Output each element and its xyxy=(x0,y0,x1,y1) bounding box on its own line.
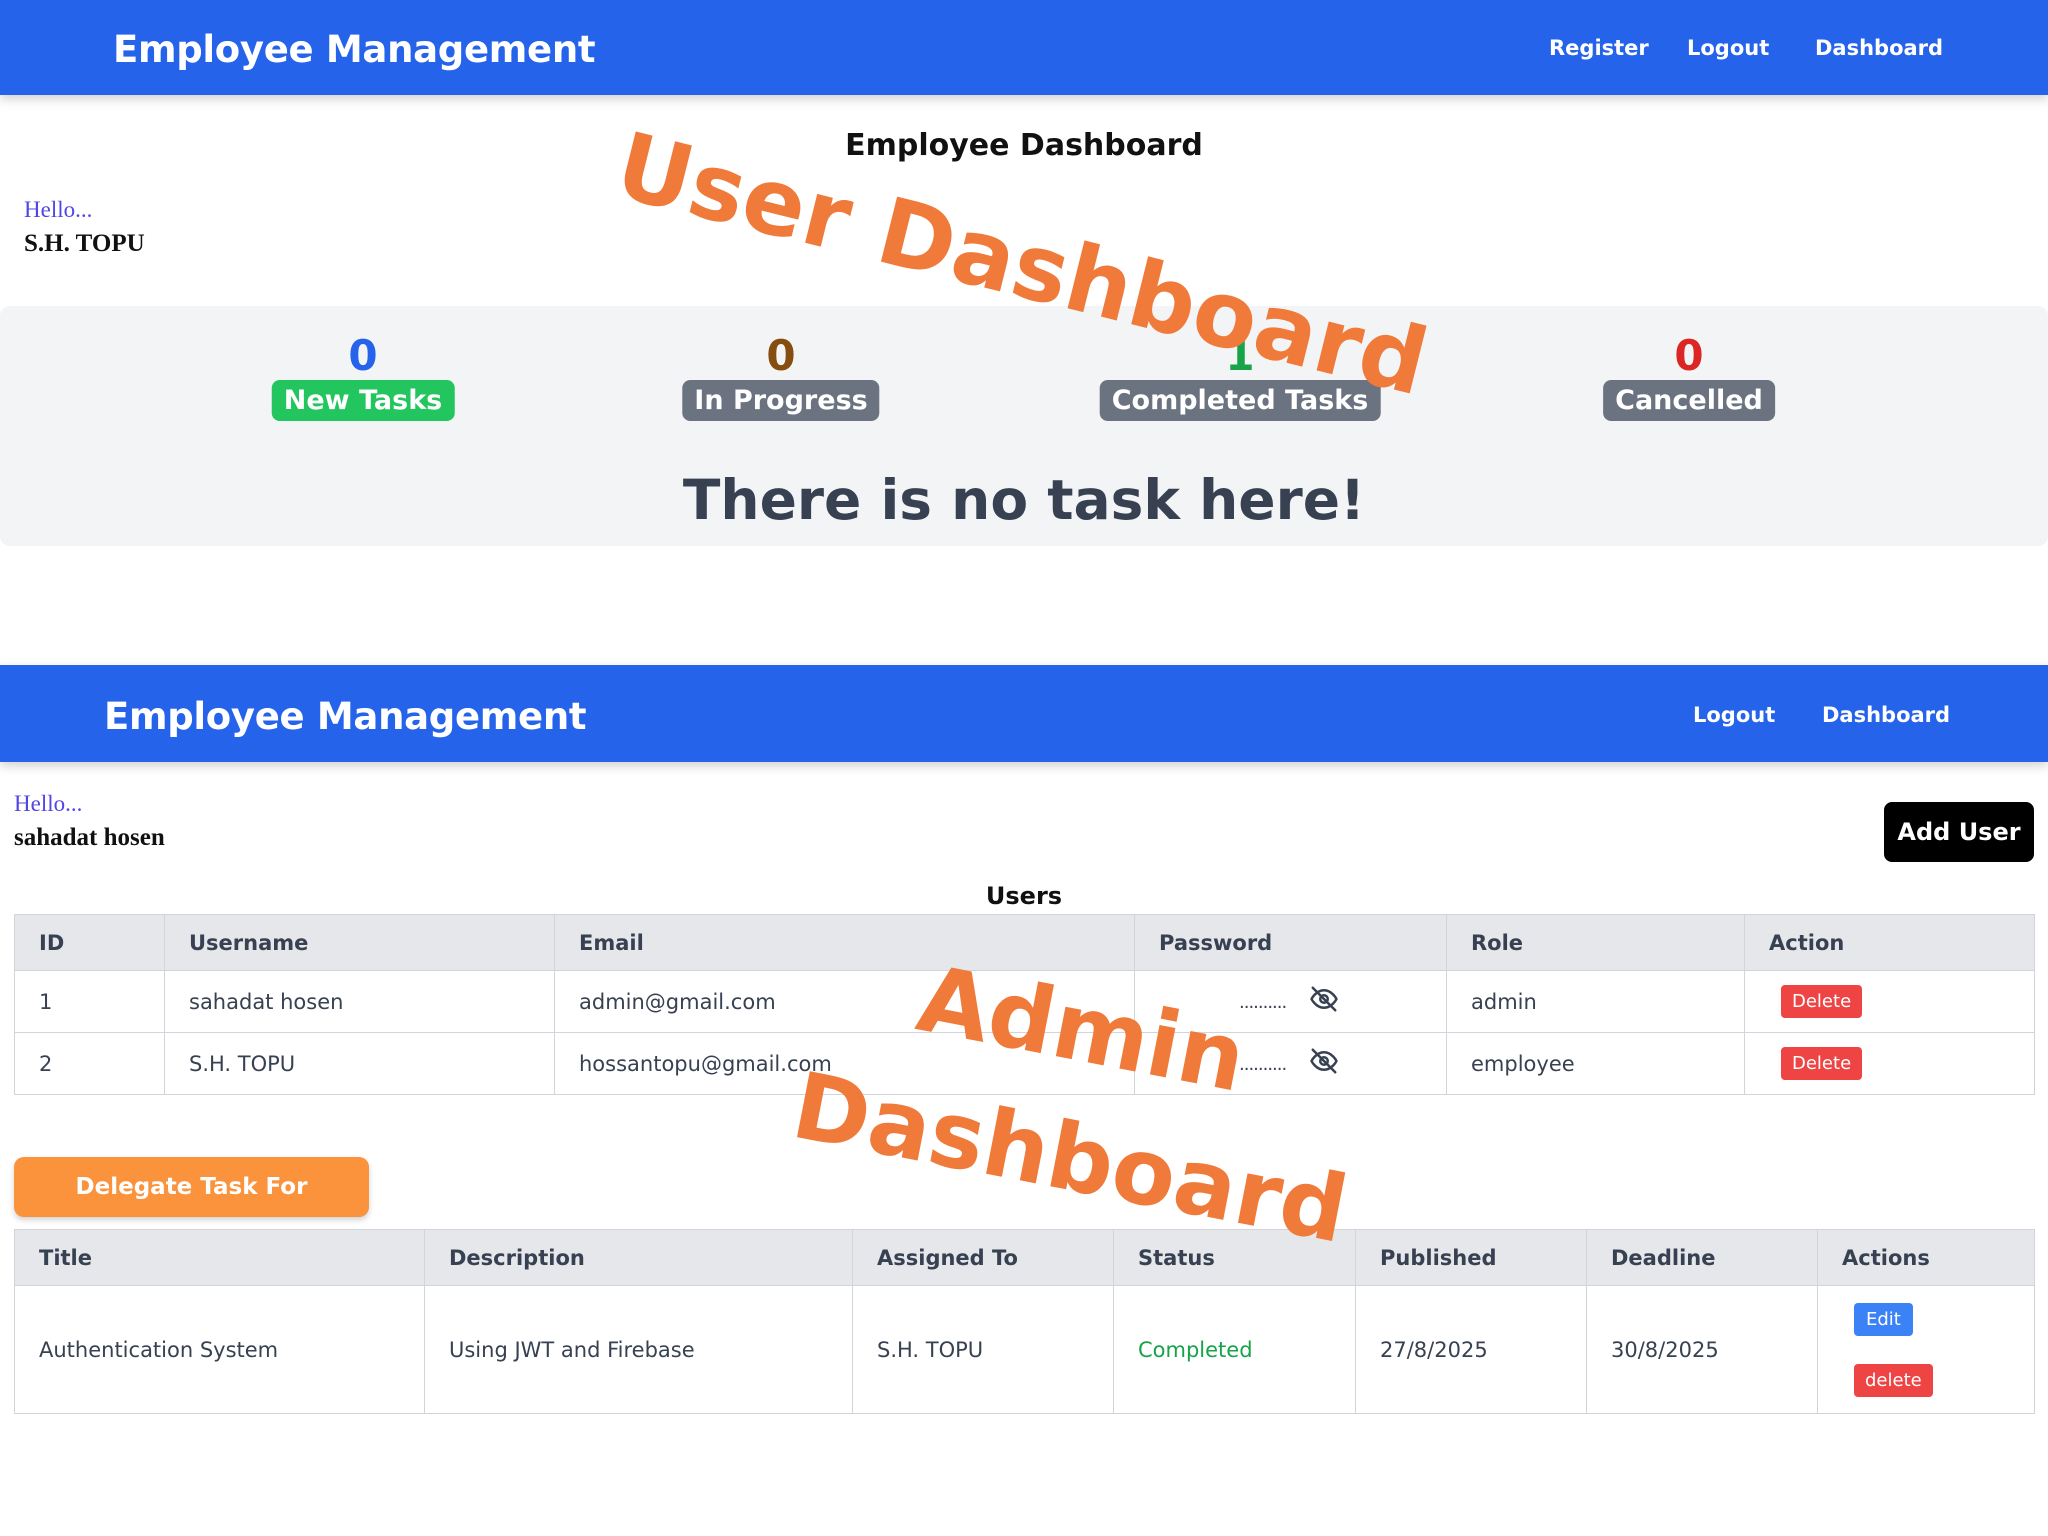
user-action-cell: Delete xyxy=(1744,970,2035,1033)
page-title: Employee Dashboard xyxy=(845,128,1203,163)
column-header: Action xyxy=(1744,914,2035,971)
greeting-text: Hello... xyxy=(14,791,83,816)
stat-completed: 1 Completed Tasks xyxy=(1099,331,1381,421)
user-id: 1 xyxy=(14,970,165,1033)
column-header: Description xyxy=(424,1229,853,1286)
column-header: ID xyxy=(14,914,165,971)
tasks-table: Title Description Assigned To Status Pub… xyxy=(14,1229,2035,1414)
nav-logout-link[interactable]: Logout xyxy=(1693,703,1775,727)
greeting-text: Hello... xyxy=(24,197,93,222)
column-header: Title xyxy=(14,1229,425,1286)
stat-count: 0 xyxy=(348,331,378,380)
column-header: Assigned To xyxy=(852,1229,1114,1286)
stat-cancelled: 0 Cancelled xyxy=(1603,332,1775,421)
stat-new-tasks: 0 New Tasks xyxy=(271,331,455,421)
column-header: Deadline xyxy=(1586,1229,1818,1286)
table-header-row: Title Description Assigned To Status Pub… xyxy=(14,1229,2035,1286)
table-header-row: ID Username Email Password Role Action xyxy=(14,914,2035,971)
task-assignee: S.H. TOPU xyxy=(852,1285,1114,1414)
password-mask: .......... xyxy=(1239,991,1287,1013)
eye-off-icon[interactable] xyxy=(1309,1046,1339,1081)
user-name: S.H. TOPU xyxy=(24,230,145,257)
stat-badge: New Tasks xyxy=(271,380,455,421)
user-role: admin xyxy=(1446,970,1745,1033)
delete-user-button[interactable]: Delete xyxy=(1781,985,1863,1018)
nav-dashboard-link[interactable]: Dashboard xyxy=(1822,703,1950,727)
user-action-cell: Delete xyxy=(1744,1032,2035,1095)
stat-badge: Cancelled xyxy=(1603,380,1775,421)
task-actions-cell: Edit delete xyxy=(1817,1285,2035,1414)
user-username: sahadat hosen xyxy=(164,970,555,1033)
users-table-caption: Users xyxy=(985,882,1063,910)
user-username: S.H. TOPU xyxy=(164,1032,555,1095)
empty-tasks-message: There is no task here! xyxy=(682,468,1366,532)
column-header: Actions xyxy=(1817,1229,2035,1286)
user-name: sahadat hosen xyxy=(14,824,165,851)
task-description: Using JWT and Firebase xyxy=(424,1285,853,1414)
password-mask: .......... xyxy=(1239,1053,1287,1075)
user-role: employee xyxy=(1446,1032,1745,1095)
stat-count: 1 xyxy=(1225,331,1255,380)
stat-count: 0 xyxy=(766,331,796,380)
users-table: ID Username Email Password Role Action 1… xyxy=(14,914,2035,1095)
table-row: Authentication System Using JWT and Fire… xyxy=(14,1285,2035,1414)
table-row: 1 sahadat hosen admin@gmail.com ........… xyxy=(14,970,2035,1033)
delete-task-button[interactable]: delete xyxy=(1854,1363,1933,1397)
column-header: Email xyxy=(554,914,1135,971)
column-header: Role xyxy=(1446,914,1745,971)
add-user-button[interactable]: Add User xyxy=(1884,802,2034,862)
nav-register-link[interactable]: Register xyxy=(1549,36,1649,60)
stat-count: 0 xyxy=(1674,331,1704,380)
column-header: Status xyxy=(1113,1229,1356,1286)
task-published: 27/8/2025 xyxy=(1355,1285,1587,1414)
user-id: 2 xyxy=(14,1032,165,1095)
stat-in-progress: 0 In Progress xyxy=(682,331,880,421)
user-password-cell: .......... xyxy=(1134,1032,1447,1095)
column-header: Published xyxy=(1355,1229,1587,1286)
table-row: 2 S.H. TOPU hossantopu@gmail.com .......… xyxy=(14,1032,2035,1095)
task-title: Authentication System xyxy=(14,1285,425,1414)
nav-logout-link[interactable]: Logout xyxy=(1687,36,1769,60)
task-status: Completed xyxy=(1113,1285,1356,1414)
user-password-cell: .......... xyxy=(1134,970,1447,1033)
delete-user-button[interactable]: Delete xyxy=(1781,1047,1863,1080)
eye-off-icon[interactable] xyxy=(1309,984,1339,1019)
task-deadline: 30/8/2025 xyxy=(1586,1285,1818,1414)
delegate-task-button[interactable]: Delegate Task For Employee xyxy=(14,1157,369,1260)
column-header: Password xyxy=(1134,914,1447,971)
user-email: admin@gmail.com xyxy=(554,970,1135,1033)
user-email: hossantopu@gmail.com xyxy=(554,1032,1135,1095)
admin-navbar: Employee Management Logout Dashboard xyxy=(0,665,2048,762)
column-header: Username xyxy=(164,914,555,971)
stat-badge: Completed Tasks xyxy=(1099,380,1381,421)
edit-task-button[interactable]: Edit xyxy=(1854,1302,1913,1336)
brand-title[interactable]: Employee Management xyxy=(104,695,587,738)
brand-title[interactable]: Employee Management xyxy=(113,28,596,71)
stat-badge: In Progress xyxy=(682,380,880,421)
user-navbar: Employee Management Register Logout Dash… xyxy=(0,0,2048,95)
nav-dashboard-link[interactable]: Dashboard xyxy=(1815,36,1943,60)
